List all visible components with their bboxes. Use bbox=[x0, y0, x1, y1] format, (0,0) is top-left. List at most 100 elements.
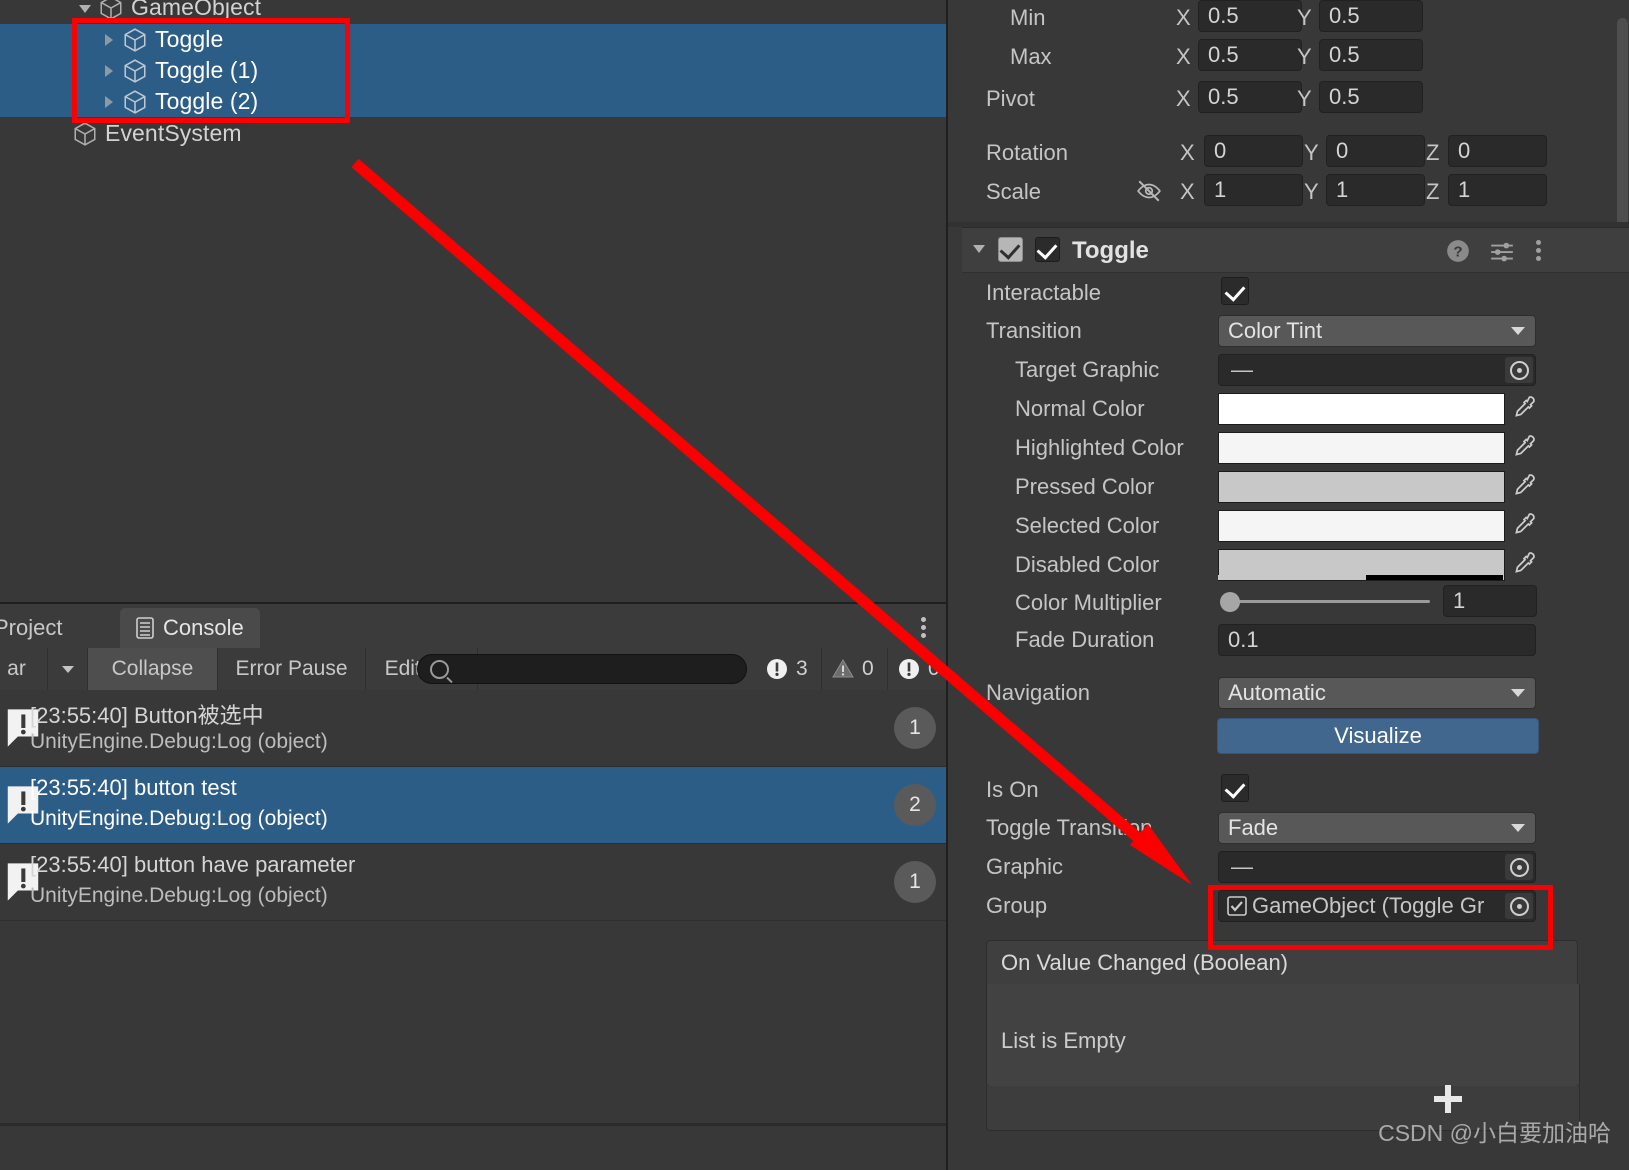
chevron-down-icon[interactable] bbox=[76, 0, 94, 17]
console-detail-splitter[interactable] bbox=[0, 1123, 948, 1126]
gameobject-cube-icon bbox=[100, 0, 122, 20]
eyedropper-icon[interactable] bbox=[1511, 393, 1537, 423]
kebab-menu-icon[interactable] bbox=[912, 614, 934, 640]
hierarchy-item-toggle[interactable]: Toggle bbox=[0, 24, 948, 55]
tab-project[interactable]: Project bbox=[0, 608, 78, 648]
selected-color-label: Selected Color bbox=[1015, 513, 1160, 538]
scale-row: Scale X 1 Y 1 Z 1 bbox=[948, 174, 1629, 212]
rect-max-x-field[interactable]: 0.5 bbox=[1198, 39, 1302, 71]
chevron-right-icon[interactable] bbox=[100, 93, 118, 111]
toggle-component-header[interactable]: Toggle ? bbox=[962, 227, 1629, 273]
group-value: GameObject (Toggle Gr bbox=[1252, 893, 1485, 918]
console-log-row[interactable]: [23:55:40] button test UnityEngine.Debug… bbox=[0, 767, 948, 844]
rect-pivot-y-field[interactable]: 0.5 bbox=[1319, 81, 1423, 113]
eyedropper-icon[interactable] bbox=[1511, 549, 1537, 579]
eyedropper-icon[interactable] bbox=[1511, 432, 1537, 462]
log-stacktrace-text: UnityEngine.Debug:Log (object) bbox=[30, 807, 328, 830]
info-count[interactable]: 0 bbox=[884, 648, 948, 690]
scale-y-field[interactable]: 1 bbox=[1326, 174, 1425, 206]
error-count[interactable]: 3 bbox=[752, 648, 822, 690]
pressed-color-swatch[interactable] bbox=[1218, 471, 1505, 503]
chevron-down-icon bbox=[1511, 689, 1525, 697]
visualize-button[interactable]: Visualize bbox=[1217, 718, 1539, 754]
on-value-changed-header[interactable]: On Value Changed (Boolean) bbox=[986, 940, 1578, 984]
help-icon[interactable]: ? bbox=[1445, 238, 1471, 264]
eyedropper-icon[interactable] bbox=[1511, 471, 1537, 501]
rect-pivot-label: Pivot bbox=[986, 86, 1035, 111]
gameobject-cube-icon bbox=[74, 121, 96, 146]
rect-max-y-field[interactable]: 0.5 bbox=[1319, 39, 1423, 71]
navigation-dropdown[interactable]: Automatic bbox=[1218, 677, 1536, 709]
warning-count[interactable]: 0 bbox=[818, 648, 888, 690]
component-enabled-checkbox[interactable] bbox=[1035, 237, 1060, 262]
chevron-down-icon[interactable] bbox=[970, 239, 988, 257]
navigation-dropdown-value: Automatic bbox=[1228, 680, 1326, 705]
constrain-proportions-off-icon[interactable] bbox=[1136, 178, 1162, 204]
is-on-checkbox[interactable] bbox=[1221, 774, 1249, 802]
scale-label: Scale bbox=[986, 179, 1042, 204]
object-picker-icon[interactable] bbox=[1505, 854, 1533, 880]
selected-color-swatch[interactable] bbox=[1218, 510, 1505, 542]
normal-color-swatch[interactable] bbox=[1218, 393, 1505, 425]
disabled-color-label: Disabled Color bbox=[1015, 552, 1160, 577]
console-tabbar: Project Console bbox=[0, 604, 948, 648]
rotation-z-field[interactable]: 0 bbox=[1448, 135, 1547, 167]
error-pause-button[interactable]: Error Pause bbox=[218, 648, 366, 690]
object-picker-icon[interactable] bbox=[1505, 357, 1533, 383]
inspector-panel: Min X 0.5 Y 0.5 Max X 0.5 Y 0.5 Pivot X … bbox=[948, 0, 1629, 1170]
hierarchy-item-toggle-2[interactable]: Toggle (2) bbox=[0, 86, 948, 117]
chevron-down-icon bbox=[1511, 824, 1525, 832]
color-multiplier-slider-track[interactable] bbox=[1232, 600, 1430, 603]
clear-dropdown-button[interactable] bbox=[48, 648, 88, 690]
log-count-badge: 1 bbox=[894, 861, 936, 903]
highlighted-color-swatch[interactable] bbox=[1218, 432, 1505, 464]
object-picker-icon[interactable] bbox=[1505, 893, 1533, 919]
on-value-changed-body: List is Empty bbox=[986, 984, 1580, 1087]
hierarchy-item-toggle-1[interactable]: Toggle (1) bbox=[0, 55, 948, 86]
chevron-right-icon[interactable] bbox=[100, 31, 118, 49]
rect-pivot-x-field[interactable]: 0.5 bbox=[1198, 81, 1302, 113]
color-multiplier-field[interactable]: 1 bbox=[1443, 585, 1537, 617]
transition-dropdown-value: Color Tint bbox=[1228, 318, 1323, 343]
toggle-transition-dropdown[interactable]: Fade bbox=[1218, 812, 1536, 844]
scale-x-field[interactable]: 1 bbox=[1204, 174, 1303, 206]
navigation-label: Navigation bbox=[986, 680, 1090, 705]
scale-y-axis: Y bbox=[1304, 179, 1319, 204]
rotation-x-field[interactable]: 0 bbox=[1204, 135, 1303, 167]
is-on-label: Is On bbox=[986, 777, 1039, 802]
rect-min-y-field[interactable]: 0.5 bbox=[1319, 0, 1423, 32]
eyedropper-icon[interactable] bbox=[1511, 510, 1537, 540]
hierarchy-item-gameobject[interactable]: GameObject bbox=[0, 0, 948, 23]
collapse-button-label: Collapse bbox=[111, 657, 194, 680]
search-icon bbox=[430, 659, 449, 679]
kebab-menu-icon[interactable] bbox=[1527, 237, 1549, 264]
hierarchy-item-eventsystem[interactable]: EventSystem bbox=[0, 118, 948, 149]
target-graphic-field[interactable]: — bbox=[1218, 354, 1536, 386]
interactable-checkbox[interactable] bbox=[1221, 277, 1249, 305]
fade-duration-field[interactable]: 0.1 bbox=[1218, 624, 1536, 656]
scale-z-field[interactable]: 1 bbox=[1448, 174, 1547, 206]
chevron-right-icon[interactable] bbox=[100, 62, 118, 80]
tab-console[interactable]: Console bbox=[120, 608, 260, 648]
group-field[interactable]: GameObject (Toggle Gr bbox=[1218, 890, 1536, 922]
console-log-row[interactable]: [23:55:40] Button被选中 UnityEngine.Debug:L… bbox=[0, 690, 948, 767]
visualize-button-label: Visualize bbox=[1334, 723, 1422, 748]
rect-pivot-x-axis: X bbox=[1176, 86, 1191, 111]
preset-icon[interactable] bbox=[1488, 238, 1516, 264]
search-input[interactable] bbox=[417, 654, 747, 684]
rotation-y-field[interactable]: 0 bbox=[1326, 135, 1425, 167]
log-message-text: [23:55:40] button have parameter bbox=[30, 852, 356, 877]
console-log-row[interactable]: [23:55:40] button have parameter UnityEn… bbox=[0, 844, 948, 921]
rect-min-x-field[interactable]: 0.5 bbox=[1198, 0, 1302, 32]
color-multiplier-slider-knob[interactable] bbox=[1220, 592, 1240, 612]
group-row: Group GameObject (Toggle Gr bbox=[948, 890, 1629, 928]
collapse-button[interactable]: Collapse bbox=[88, 648, 218, 690]
rect-min-y-axis: Y bbox=[1297, 5, 1312, 30]
graphic-field[interactable]: — bbox=[1218, 851, 1536, 883]
clear-button[interactable]: ar bbox=[0, 648, 48, 690]
component-icon-checkbox bbox=[998, 237, 1023, 262]
transition-dropdown[interactable]: Color Tint bbox=[1218, 315, 1536, 347]
error-pause-button-label: Error Pause bbox=[235, 657, 348, 680]
console-panel: Project Console ar Collapse Error Pause … bbox=[0, 604, 948, 1170]
interactable-row: Interactable bbox=[948, 277, 1629, 315]
